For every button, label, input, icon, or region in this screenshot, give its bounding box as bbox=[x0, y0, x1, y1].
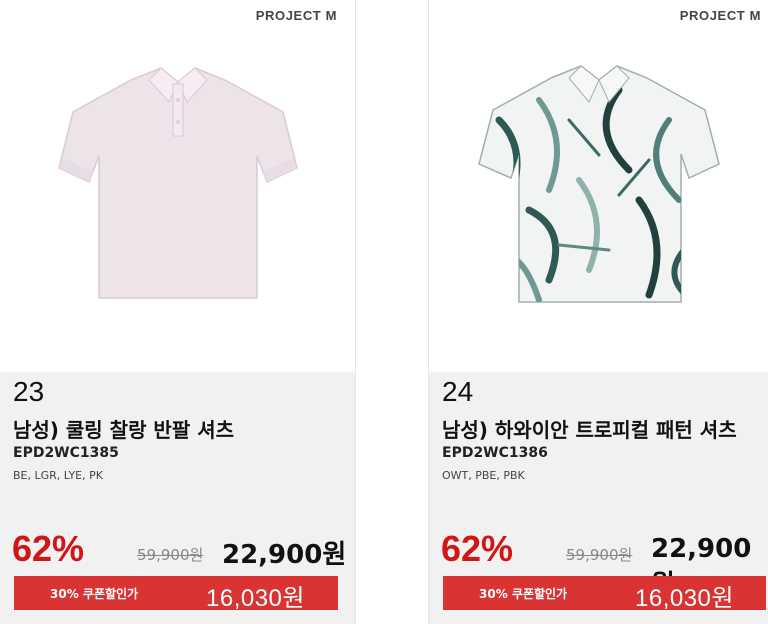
product-card[interactable]: PROJECT M 24 남성) 하와이안 트로피컬 패턴 셔츠 EPD2WC1… bbox=[428, 0, 768, 624]
product-image[interactable] bbox=[0, 32, 355, 372]
tropical-print-shirt-image bbox=[478, 65, 720, 303]
product-code: EPD2WC1386 bbox=[442, 445, 548, 461]
product-card[interactable]: PROJECT M 23 남성) 쿨링 찰랑 반팔 셔츠 EPD2WC1385 … bbox=[0, 0, 356, 624]
coupon-bar[interactable]: 30% 쿠폰할인가 16,030원 bbox=[14, 576, 338, 612]
discount-rate: 62% bbox=[12, 528, 85, 569]
color-options: BE, LGR, LYE, PK bbox=[13, 469, 103, 482]
rank-number: 23 bbox=[13, 376, 45, 407]
coupon-label: 30% 쿠폰할인가 bbox=[479, 587, 568, 601]
sale-price: 22,900원 bbox=[222, 540, 347, 570]
product-code: EPD2WC1385 bbox=[13, 445, 119, 461]
product-info: 23 남성) 쿨링 찰랑 반팔 셔츠 EPD2WC1385 BE, LGR, L… bbox=[0, 372, 355, 624]
original-price: 59,900원 bbox=[566, 546, 633, 564]
coupon-bar[interactable]: 30% 쿠폰할인가 16,030원 bbox=[443, 576, 766, 612]
coupon-price: 16,030원 bbox=[206, 585, 305, 612]
product-name[interactable]: 남성) 쿨링 찰랑 반팔 셔츠 bbox=[13, 414, 234, 443]
discount-rate: 62% bbox=[441, 528, 514, 569]
original-price: 59,900원 bbox=[137, 546, 204, 564]
product-image[interactable] bbox=[429, 32, 768, 372]
product-name[interactable]: 남성) 하와이안 트로피컬 패턴 셔츠 bbox=[442, 414, 737, 443]
rank-number: 24 bbox=[442, 376, 474, 407]
product-info: 24 남성) 하와이안 트로피컬 패턴 셔츠 EPD2WC1386 OWT, P… bbox=[429, 372, 768, 624]
brand-label: PROJECT M bbox=[679, 8, 761, 23]
pink-short-sleeve-shirt-image bbox=[57, 67, 298, 299]
coupon-label: 30% 쿠폰할인가 bbox=[50, 587, 139, 601]
color-options: OWT, PBE, PBK bbox=[442, 469, 525, 482]
brand-label: PROJECT M bbox=[255, 8, 337, 23]
coupon-price: 16,030원 bbox=[635, 585, 734, 612]
